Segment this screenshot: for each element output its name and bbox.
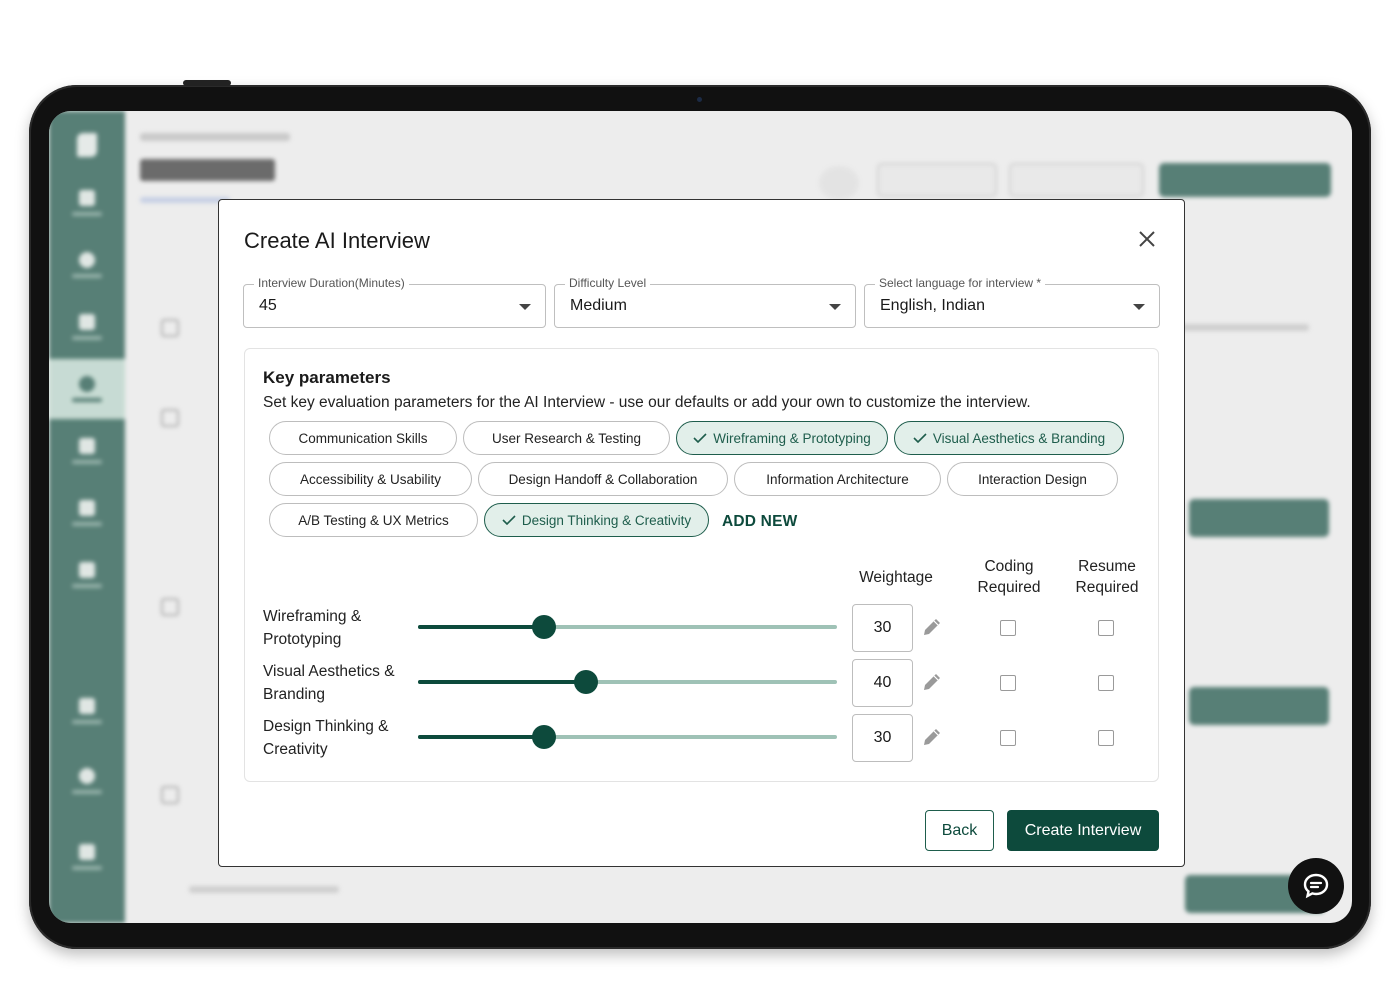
check-icon (693, 433, 707, 443)
duration-select[interactable]: Interview Duration(Minutes) 45 (243, 276, 546, 328)
chip-wireframing[interactable]: Wireframing & Prototyping (676, 421, 888, 455)
chevron-down-icon (519, 304, 531, 310)
chip-visual-aesthetics[interactable]: Visual Aesthetics & Branding (894, 421, 1124, 455)
slider-fill (418, 735, 544, 739)
slider-fill (418, 625, 544, 629)
chevron-down-icon (1133, 304, 1145, 310)
difficulty-select[interactable]: Difficulty Level Medium (554, 276, 856, 328)
weightage-slider[interactable] (418, 670, 837, 694)
language-label: Select language for interview * (875, 276, 1046, 290)
chip-user-research[interactable]: User Research & Testing (463, 421, 670, 455)
weightage-slider[interactable] (418, 615, 837, 639)
create-interview-modal: Create AI Interview Interview Duration(M… (218, 199, 1185, 867)
chat-icon (1303, 873, 1329, 899)
chip-ab-testing[interactable]: A/B Testing & UX Metrics (269, 503, 478, 537)
tablet-button (183, 80, 231, 86)
pencil-icon[interactable] (921, 616, 943, 638)
weightage-input[interactable]: 30 (852, 714, 913, 762)
slider-thumb[interactable] (531, 725, 556, 749)
create-interview-button[interactable]: Create Interview (1007, 810, 1159, 851)
back-button[interactable]: Back (925, 810, 994, 851)
chat-button[interactable] (1288, 858, 1344, 914)
chip-information-architecture[interactable]: Information Architecture (734, 462, 941, 496)
params-description: Set key evaluation parameters for the AI… (263, 394, 1031, 411)
slider-thumb[interactable] (573, 670, 598, 694)
param-label: Wireframing & Prototyping (263, 608, 362, 648)
difficulty-label: Difficulty Level (565, 276, 651, 290)
slider-thumb[interactable] (531, 615, 556, 639)
chip-interaction-design[interactable]: Interaction Design (947, 462, 1118, 496)
key-parameters-panel: Key parameters Set key evaluation parame… (244, 348, 1159, 782)
chip-design-handoff[interactable]: Design Handoff & Collaboration (478, 462, 728, 496)
chevron-down-icon (829, 304, 841, 310)
add-new-button[interactable]: ADD NEW (722, 513, 797, 531)
language-select[interactable]: Select language for interview * English,… (864, 276, 1160, 328)
resume-required-checkbox[interactable] (1098, 730, 1114, 746)
coding-required-checkbox[interactable] (1000, 675, 1016, 691)
pencil-icon[interactable] (921, 671, 943, 693)
resume-required-header: Resume Required (1075, 558, 1139, 596)
chip-communication-skills[interactable]: Communication Skills (269, 421, 457, 455)
check-icon (502, 515, 516, 525)
param-label: Visual Aesthetics & Branding (263, 663, 395, 703)
chip-accessibility[interactable]: Accessibility & Usability (269, 462, 472, 496)
param-label: Design Thinking & Creativity (263, 718, 389, 758)
coding-required-checkbox[interactable] (1000, 620, 1016, 636)
slider-fill (418, 680, 586, 684)
close-icon[interactable] (1136, 228, 1158, 250)
difficulty-value: Medium (570, 297, 627, 314)
coding-required-checkbox[interactable] (1000, 730, 1016, 746)
duration-value: 45 (259, 297, 277, 314)
coding-required-header: Coding Required (977, 558, 1041, 596)
weightage-header: Weightage (859, 569, 933, 586)
tablet-camera (697, 97, 702, 102)
check-icon (913, 433, 927, 443)
resume-required-checkbox[interactable] (1098, 675, 1114, 691)
weightage-input[interactable]: 40 (852, 659, 913, 707)
weightage-input[interactable]: 30 (852, 604, 913, 652)
language-value: English, Indian (880, 297, 985, 314)
duration-label: Interview Duration(Minutes) (254, 276, 409, 290)
chip-design-thinking[interactable]: Design Thinking & Creativity (484, 503, 709, 537)
params-title: Key parameters (263, 368, 391, 387)
modal-title: Create AI Interview (244, 228, 430, 253)
pencil-icon[interactable] (921, 726, 943, 748)
resume-required-checkbox[interactable] (1098, 620, 1114, 636)
weightage-slider[interactable] (418, 725, 837, 749)
